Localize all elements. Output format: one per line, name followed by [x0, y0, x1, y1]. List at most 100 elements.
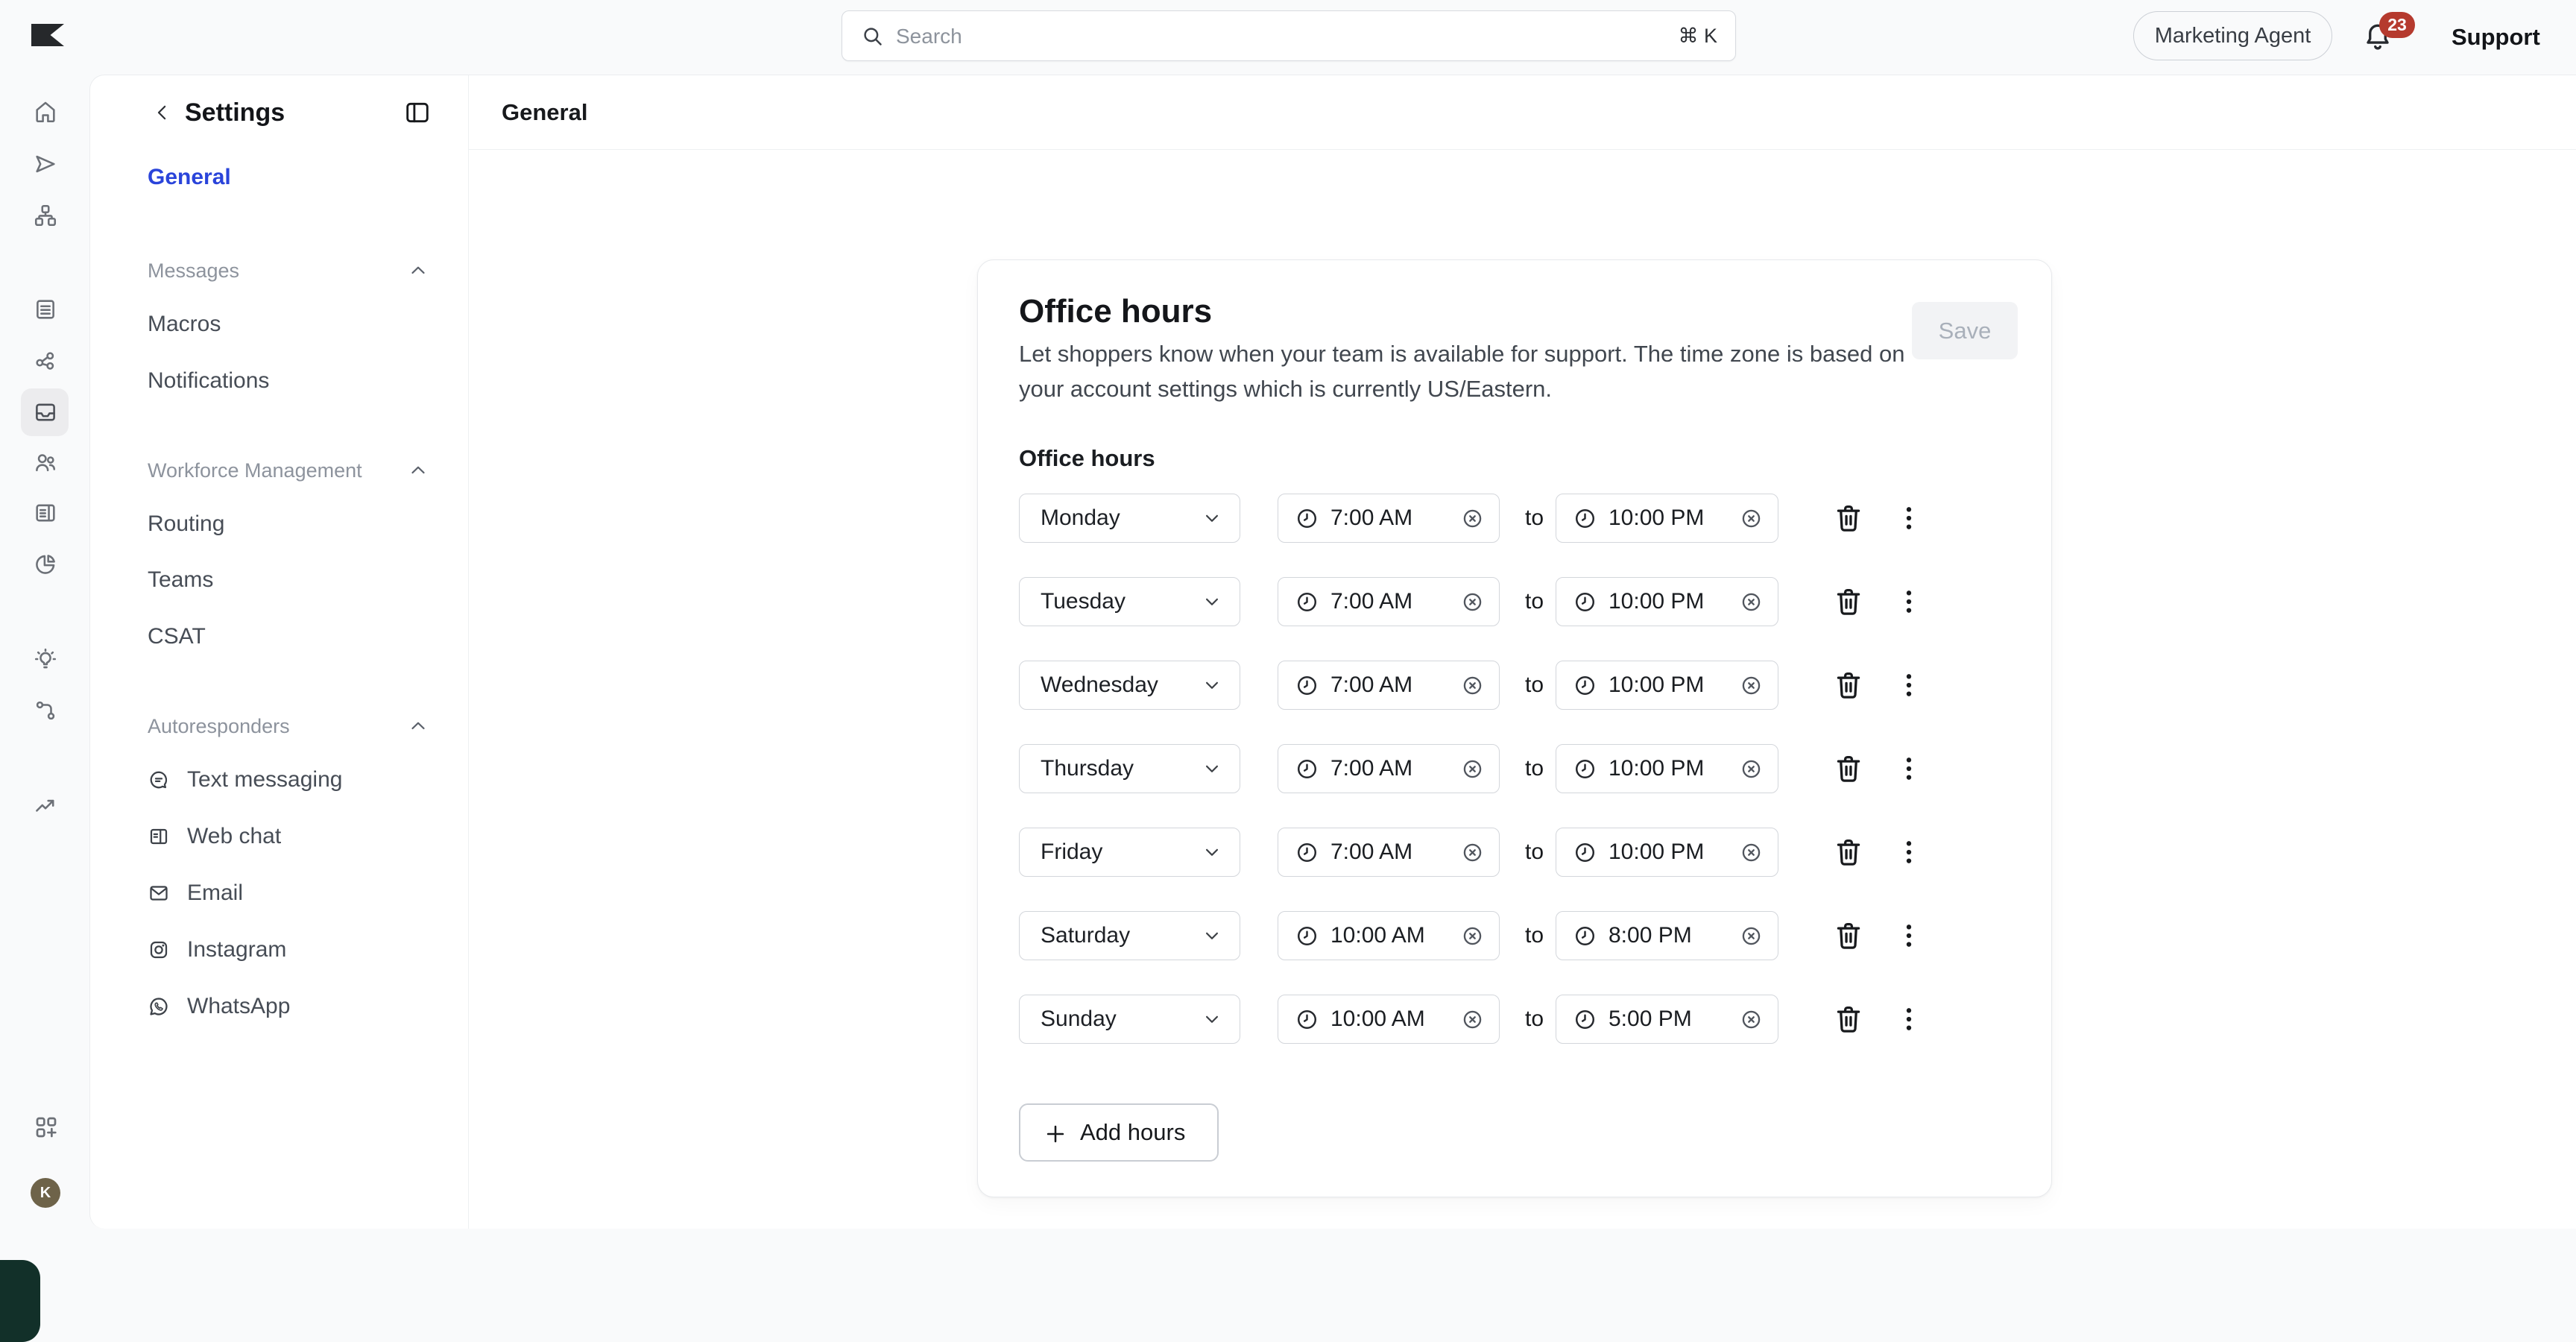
clear-x-circle-icon[interactable] — [1461, 924, 1484, 948]
growth-trend-icon[interactable] — [33, 793, 58, 818]
reports-pie-icon[interactable] — [33, 552, 58, 577]
sidebar-section-messages[interactable]: Messages — [148, 256, 239, 286]
day-select[interactable]: Monday — [1019, 494, 1240, 543]
end-time-input[interactable]: 5:00 PM — [1556, 995, 1778, 1044]
chat-bubble-icon — [148, 769, 170, 791]
sidebar-item-notifications[interactable]: Notifications — [148, 365, 269, 397]
send-icon[interactable] — [33, 151, 58, 177]
day-select[interactable]: Friday — [1019, 828, 1240, 877]
workflow-icon[interactable] — [33, 203, 58, 228]
content-panel: Settings General Messages Macros Notific… — [89, 75, 2576, 1229]
to-label: to — [1513, 744, 1556, 793]
clear-x-circle-icon[interactable] — [1740, 841, 1763, 864]
assist-bulb-icon[interactable] — [33, 646, 58, 672]
trash-icon[interactable] — [1832, 502, 1865, 535]
start-time-input[interactable]: 7:00 AM — [1278, 494, 1500, 543]
kebab-menu-icon[interactable] — [1894, 752, 1924, 785]
user-avatar[interactable]: K — [31, 1178, 60, 1208]
customers-icon[interactable] — [33, 450, 58, 475]
start-time-input[interactable]: 7:00 AM — [1278, 661, 1500, 710]
clock-icon — [1573, 840, 1597, 865]
clear-x-circle-icon[interactable] — [1740, 674, 1763, 697]
trash-icon[interactable] — [1832, 836, 1865, 869]
sidebar-item-general[interactable]: General — [148, 161, 231, 194]
search-input[interactable] — [894, 11, 1658, 62]
start-time-input[interactable]: 7:00 AM — [1278, 744, 1500, 793]
trash-icon[interactable] — [1832, 669, 1865, 702]
trash-icon[interactable] — [1832, 585, 1865, 618]
clear-x-circle-icon[interactable] — [1461, 590, 1484, 614]
workspace-label[interactable]: Support — [2452, 0, 2540, 75]
clear-x-circle-icon[interactable] — [1461, 757, 1484, 781]
clear-x-circle-icon[interactable] — [1461, 507, 1484, 530]
clear-x-circle-icon[interactable] — [1740, 757, 1763, 781]
clock-icon — [1295, 506, 1319, 531]
chevron-up-icon[interactable] — [407, 259, 429, 282]
integrations-route-icon[interactable] — [33, 698, 58, 723]
global-search[interactable]: ⌘ K — [842, 10, 1736, 61]
end-time-input[interactable]: 8:00 PM — [1556, 911, 1778, 960]
clear-x-circle-icon[interactable] — [1740, 590, 1763, 614]
trash-icon[interactable] — [1832, 919, 1865, 952]
sidebar-item-routing[interactable]: Routing — [148, 508, 224, 541]
sidebar-item-teams[interactable]: Teams — [148, 564, 213, 596]
to-label: to — [1513, 911, 1556, 960]
share-nodes-icon[interactable] — [33, 348, 58, 374]
day-select[interactable]: Thursday — [1019, 744, 1240, 793]
apps-add-icon[interactable] — [33, 1114, 58, 1139]
news-icon[interactable] — [33, 500, 58, 526]
end-time-input[interactable]: 10:00 PM — [1556, 828, 1778, 877]
kebab-menu-icon[interactable] — [1894, 1003, 1924, 1036]
day-select[interactable]: Wednesday — [1019, 661, 1240, 710]
notification-count-badge: 23 — [2379, 12, 2415, 38]
clear-x-circle-icon[interactable] — [1461, 1008, 1484, 1031]
chevron-up-icon[interactable] — [407, 715, 429, 737]
back-chevron-icon[interactable] — [151, 101, 174, 124]
app-logo-icon[interactable] — [31, 24, 64, 46]
clear-x-circle-icon[interactable] — [1461, 674, 1484, 697]
kebab-menu-icon[interactable] — [1894, 919, 1924, 952]
day-select[interactable]: Tuesday — [1019, 577, 1240, 626]
end-time-input[interactable]: 10:00 PM — [1556, 661, 1778, 710]
clock-icon — [1573, 924, 1597, 948]
sidebar-section-workforce-management[interactable]: Workforce Management — [148, 456, 362, 485]
sidebar-section-autoresponders[interactable]: Autoresponders — [148, 711, 290, 741]
day-select[interactable]: Sunday — [1019, 995, 1240, 1044]
start-time-input[interactable]: 10:00 AM — [1278, 995, 1500, 1044]
clock-icon — [1573, 1007, 1597, 1032]
start-time-input[interactable]: 7:00 AM — [1278, 828, 1500, 877]
chevron-up-icon[interactable] — [407, 459, 429, 482]
account-pill-button[interactable]: Marketing Agent — [2133, 11, 2332, 60]
start-time-input[interactable]: 7:00 AM — [1278, 577, 1500, 626]
office-hours-row: Wednesday 7:00 AM to 10:00 PM — [1019, 661, 2012, 710]
clear-x-circle-icon[interactable] — [1740, 507, 1763, 530]
save-button[interactable]: Save — [1912, 302, 2018, 359]
clear-x-circle-icon[interactable] — [1740, 1008, 1763, 1031]
sidebar-item-csat[interactable]: CSAT — [148, 620, 206, 653]
trash-icon[interactable] — [1832, 752, 1865, 785]
kebab-menu-icon[interactable] — [1894, 502, 1924, 535]
day-select[interactable]: Saturday — [1019, 911, 1240, 960]
end-time-input[interactable]: 10:00 PM — [1556, 577, 1778, 626]
clock-icon — [1573, 590, 1597, 614]
documents-icon[interactable] — [33, 297, 58, 322]
kebab-menu-icon[interactable] — [1894, 669, 1924, 702]
clock-icon — [1295, 924, 1319, 948]
end-time-input[interactable]: 10:00 PM — [1556, 494, 1778, 543]
clear-x-circle-icon[interactable] — [1740, 924, 1763, 948]
home-icon[interactable] — [33, 99, 58, 125]
clock-icon — [1295, 840, 1319, 865]
add-hours-button[interactable]: Add hours — [1019, 1103, 1219, 1162]
clock-icon — [1295, 590, 1319, 614]
kebab-menu-icon[interactable] — [1894, 585, 1924, 618]
kebab-menu-icon[interactable] — [1894, 836, 1924, 869]
start-time-input[interactable]: 10:00 AM — [1278, 911, 1500, 960]
end-time-input[interactable]: 10:00 PM — [1556, 744, 1778, 793]
widget-corner — [0, 1260, 40, 1342]
topbar: ⌘ K Marketing Agent 23 Support — [0, 0, 2576, 75]
panel-toggle-icon[interactable] — [403, 98, 432, 127]
trash-icon[interactable] — [1832, 1003, 1865, 1036]
clear-x-circle-icon[interactable] — [1461, 841, 1484, 864]
sidebar-item-macros[interactable]: Macros — [148, 308, 221, 341]
inbox-icon[interactable] — [33, 400, 58, 425]
